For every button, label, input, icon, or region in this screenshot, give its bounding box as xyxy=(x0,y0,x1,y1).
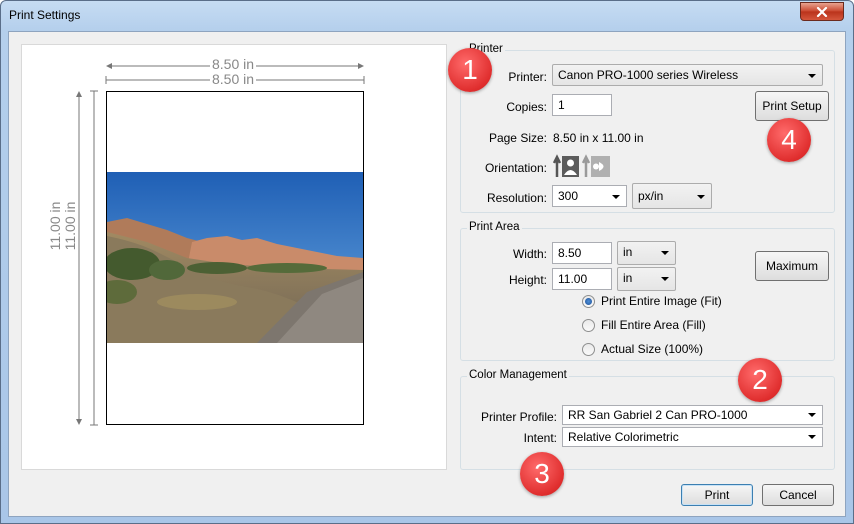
radio-actual-size[interactable]: Actual Size (100%) xyxy=(582,342,703,356)
printer-dropdown[interactable]: Canon PRO-1000 series Wireless xyxy=(552,64,823,86)
width-unit-value: in xyxy=(623,245,633,259)
printer-profile-label: Printer Profile: xyxy=(480,410,557,424)
annotation-badge-1: 1 xyxy=(448,48,492,92)
cancel-button[interactable]: Cancel xyxy=(762,484,834,506)
photo-preview xyxy=(107,172,363,343)
landscape-orientation-icon[interactable] xyxy=(582,154,612,178)
height-label: Height: xyxy=(508,273,547,287)
radio-actual-size-label: Actual Size (100%) xyxy=(601,342,704,356)
intent-value: Relative Colorimetric xyxy=(568,430,679,444)
print-preview: 8.50 in 8.50 in 11.00 in 11.00 in xyxy=(21,44,447,470)
annotation-badge-4: 4 xyxy=(767,118,811,162)
title-bar: Print Settings xyxy=(1,1,853,31)
resolution-label: Resolution: xyxy=(486,191,547,205)
page-size-value: 8.50 in x 11.00 in xyxy=(553,131,644,145)
print-setup-button[interactable]: Print Setup xyxy=(755,91,829,121)
window-title: Print Settings xyxy=(9,8,81,22)
print-settings-window: Print Settings 8.50 in 8.50 in 11.00 in … xyxy=(0,0,854,524)
print-area-group-label: Print Area xyxy=(467,221,522,233)
radio-button-selected[interactable] xyxy=(582,294,595,308)
copies-input[interactable]: 1 xyxy=(552,94,612,116)
width-label: Width: xyxy=(512,247,547,261)
height-label: 11.00 in xyxy=(47,194,63,258)
radio-button[interactable] xyxy=(582,318,595,332)
close-icon xyxy=(816,6,828,17)
height-unit-dropdown[interactable]: in xyxy=(617,267,676,291)
chevron-down-icon xyxy=(808,413,816,417)
chevron-down-icon xyxy=(612,195,620,199)
width-label: 8.50 in xyxy=(210,56,257,72)
height-label-2: 11.00 in xyxy=(62,194,78,258)
width-unit-dropdown[interactable]: in xyxy=(617,241,676,265)
height-unit-value: in xyxy=(623,271,633,285)
close-button[interactable] xyxy=(800,2,844,21)
resolution-unit-dropdown[interactable]: px/in xyxy=(632,183,712,209)
copies-label: Copies: xyxy=(506,100,547,114)
color-management-group-label: Color Management xyxy=(467,369,569,381)
print-button[interactable]: Print xyxy=(681,484,753,506)
portrait-orientation-icon[interactable] xyxy=(553,154,580,178)
maximum-button[interactable]: Maximum xyxy=(755,251,829,281)
radio-fill[interactable]: Fill Entire Area (Fill) xyxy=(582,318,706,332)
chevron-down-icon xyxy=(808,435,816,439)
page-size-label: Page Size: xyxy=(488,131,547,145)
orientation-options xyxy=(553,154,612,178)
printer-dropdown-value: Canon PRO-1000 series Wireless xyxy=(558,68,739,82)
radio-fit[interactable]: Print Entire Image (Fit) xyxy=(582,294,722,308)
resolution-value: 300 xyxy=(558,189,579,203)
radio-fill-label: Fill Entire Area (Fill) xyxy=(601,318,706,332)
annotation-badge-3: 3 xyxy=(520,452,564,496)
dialog-client: 8.50 in 8.50 in 11.00 in 11.00 in Printe… xyxy=(8,31,846,517)
resolution-dropdown[interactable]: 300 xyxy=(552,185,627,207)
chevron-down-icon xyxy=(697,195,705,199)
radio-button[interactable] xyxy=(582,342,595,356)
resolution-unit-value: px/in xyxy=(638,189,664,203)
orientation-label: Orientation: xyxy=(484,161,547,175)
height-input[interactable]: 11.00 xyxy=(552,268,612,290)
chevron-down-icon xyxy=(661,251,669,255)
intent-dropdown[interactable]: Relative Colorimetric xyxy=(562,427,823,447)
paper-preview xyxy=(106,91,364,425)
chevron-down-icon xyxy=(661,277,669,281)
width-input[interactable]: 8.50 xyxy=(552,242,612,264)
printer-profile-value: RR San Gabriel 2 Can PRO-1000 xyxy=(568,408,748,422)
printer-profile-dropdown[interactable]: RR San Gabriel 2 Can PRO-1000 xyxy=(562,405,823,425)
radio-fit-label: Print Entire Image (Fit) xyxy=(601,294,722,308)
intent-label: Intent: xyxy=(523,431,557,445)
annotation-badge-2: 2 xyxy=(738,358,782,402)
chevron-down-icon xyxy=(808,74,816,78)
width-label-2: 8.50 in xyxy=(210,71,257,87)
